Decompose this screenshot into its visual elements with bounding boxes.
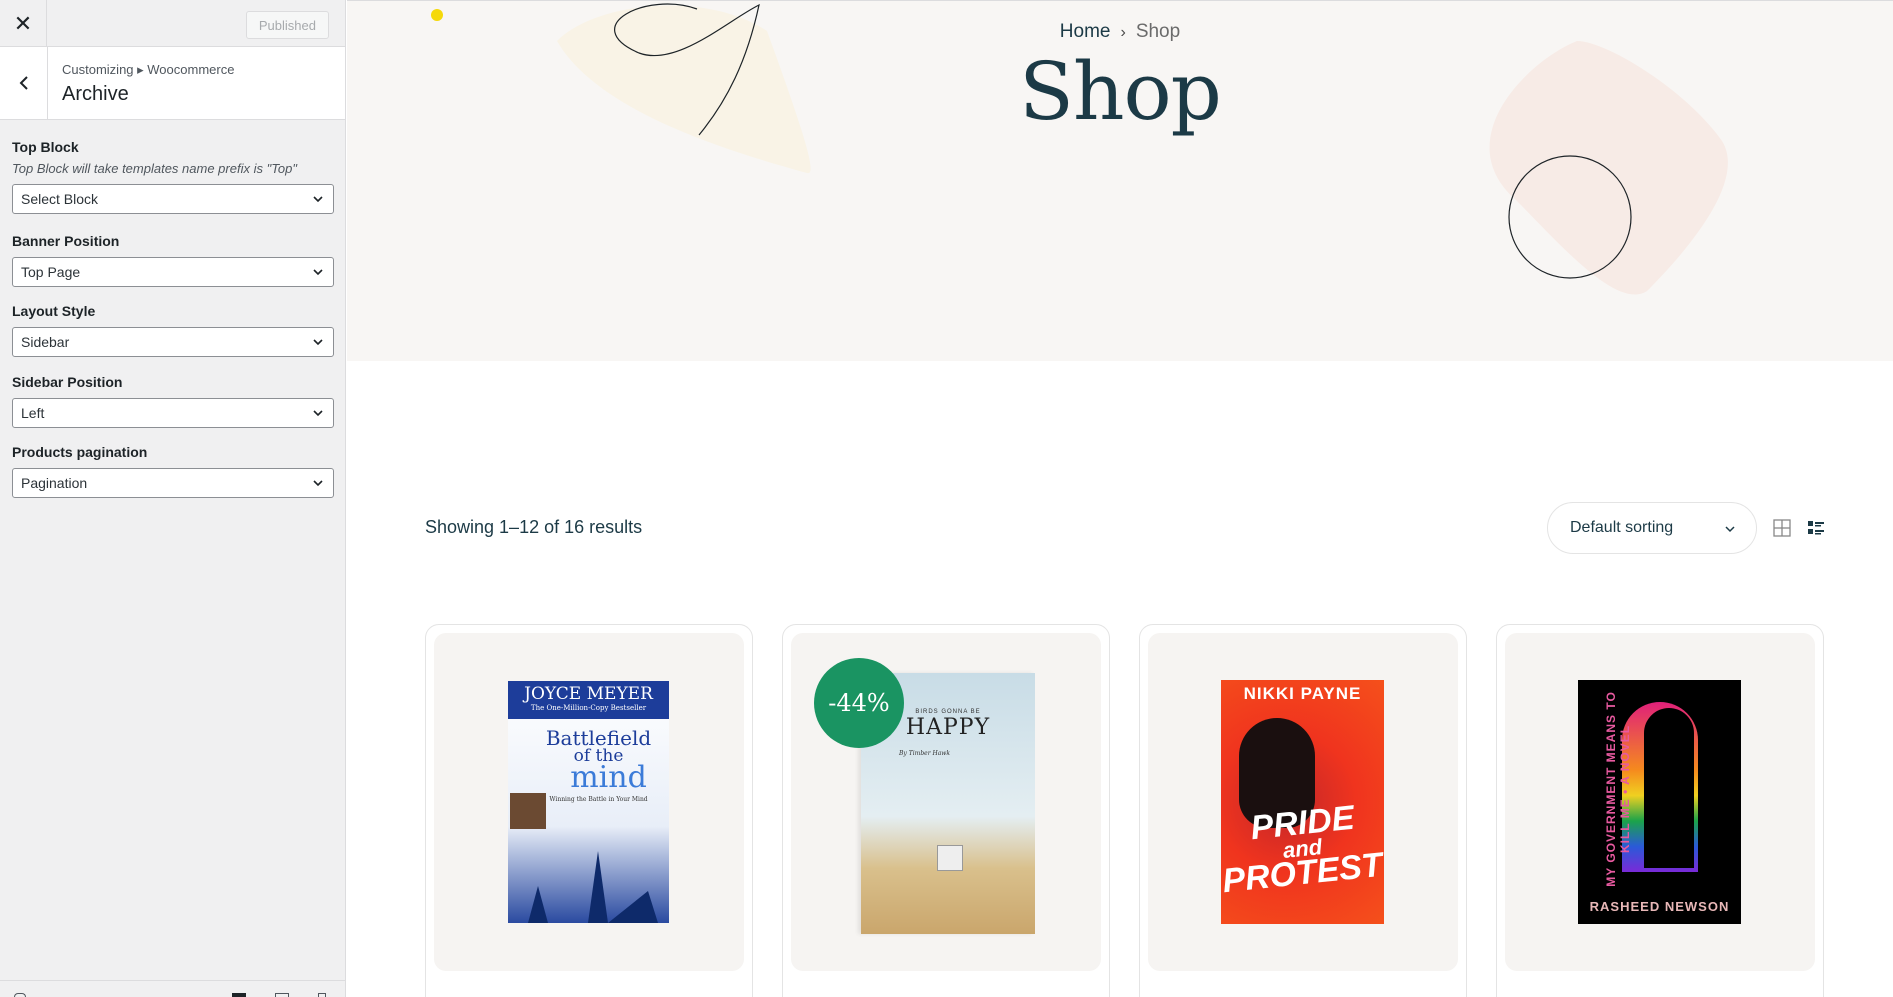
customizer-sidebar: ✕ Published Customizing ▸ Woocommerce Ar… bbox=[0, 0, 346, 997]
back-button[interactable] bbox=[0, 47, 48, 119]
control-label: Banner Position bbox=[12, 233, 120, 249]
chess-pieces-image bbox=[528, 851, 658, 923]
breadcrumb-home-link[interactable]: Home bbox=[1060, 21, 1111, 42]
control-label: Top Block bbox=[12, 139, 79, 155]
page-title: Shop bbox=[1019, 45, 1222, 138]
control-banner-position: Banner Position Top Page bbox=[12, 233, 334, 287]
desktop-preview-icon[interactable] bbox=[232, 993, 246, 997]
cover-tagline: Winning the Battle in Your Mind bbox=[549, 795, 648, 803]
product-card[interactable]: -44% BIRDS GONNA BE HAPPY By Timber Hawk bbox=[782, 624, 1110, 997]
chevron-down-icon bbox=[1725, 526, 1735, 533]
sorting-select[interactable]: Default sorting bbox=[1547, 502, 1757, 554]
cover-title: MY GOVERNMENT MEANS TO KILL ME • A NOVEL bbox=[1604, 691, 1632, 887]
select-value: Select Block bbox=[21, 191, 99, 207]
layout-style-select[interactable]: Sidebar bbox=[12, 327, 334, 357]
cover-title: mind bbox=[570, 760, 647, 796]
product-image[interactable]: MY GOVERNMENT MEANS TO KILL ME • A NOVEL… bbox=[1505, 633, 1815, 971]
chevron-down-icon bbox=[313, 339, 323, 346]
chevron-down-icon bbox=[313, 410, 323, 417]
results-count: Showing 1–12 of 16 results bbox=[425, 517, 643, 537]
select-value: Left bbox=[21, 405, 45, 421]
book-cover: MY GOVERNMENT MEANS TO KILL ME • A NOVEL… bbox=[1578, 680, 1741, 924]
site-preview: Home › Shop Shop Showing 1–12 of 16 result… bbox=[347, 0, 1893, 997]
chevron-down-icon bbox=[313, 269, 323, 276]
cover-author: By Timber Hawk bbox=[899, 750, 951, 757]
control-label: Products pagination bbox=[12, 444, 148, 460]
cover-author: NIKKI PAYNE bbox=[1243, 684, 1362, 703]
products-pagination-select[interactable]: Pagination bbox=[12, 468, 334, 498]
chevron-down-icon bbox=[313, 196, 323, 203]
section-title: Archive bbox=[62, 83, 129, 105]
customizer-header: ✕ Published bbox=[0, 0, 345, 47]
customizer-footer bbox=[0, 980, 345, 997]
breadcrumb-current: Shop bbox=[1135, 21, 1181, 42]
control-label: Layout Style bbox=[12, 303, 96, 319]
sorting-value: Default sorting bbox=[1570, 519, 1674, 536]
cover-subtitle: The One-Million-Copy Bestseller bbox=[530, 704, 647, 712]
select-value: Sidebar bbox=[21, 334, 70, 350]
chevron-left-icon bbox=[19, 76, 28, 90]
select-value: Top Page bbox=[21, 264, 81, 280]
customizer-breadcrumb: Customizing ▸ Woocommerce bbox=[62, 62, 235, 77]
control-description: Top Block will take templates name prefi… bbox=[12, 161, 298, 176]
cover-author: JOYCE MEYER bbox=[524, 684, 653, 704]
product-image[interactable]: JOYCE MEYER The One-Million-Copy Bestsel… bbox=[434, 633, 744, 971]
product-card[interactable]: MY GOVERNMENT MEANS TO KILL ME • A NOVEL… bbox=[1496, 624, 1824, 997]
tablet-preview-icon[interactable] bbox=[275, 993, 289, 997]
mobile-preview-icon[interactable] bbox=[318, 993, 326, 997]
top-block-select[interactable]: Select Block bbox=[12, 184, 334, 214]
published-button[interactable]: Published bbox=[245, 11, 329, 39]
author-photo bbox=[510, 793, 546, 829]
control-products-pagination: Products pagination Pagination bbox=[12, 444, 334, 498]
breadcrumb-separator: › bbox=[1120, 24, 1126, 41]
breadcrumb: Home › Shop bbox=[347, 21, 1893, 43]
cover-author: RASHEED NEWSON bbox=[1589, 899, 1730, 914]
chevron-down-icon bbox=[313, 480, 323, 487]
list-view-icon[interactable] bbox=[1807, 519, 1825, 537]
control-label: Sidebar Position bbox=[12, 374, 123, 390]
face-silhouette bbox=[1644, 708, 1694, 868]
close-icon: ✕ bbox=[13, 10, 33, 36]
select-value: Pagination bbox=[21, 475, 88, 491]
control-top-block: Top Block Top Block will take templates … bbox=[12, 139, 334, 214]
control-sidebar-position: Sidebar Position Left bbox=[12, 374, 334, 428]
section-title-bar: Customizing ▸ Woocommerce Archive bbox=[0, 47, 345, 120]
product-card[interactable]: NIKKI PAYNE PRIDE and PROTEST bbox=[1139, 624, 1467, 997]
product-image[interactable]: NIKKI PAYNE PRIDE and PROTEST bbox=[1148, 633, 1458, 971]
book-cover: NIKKI PAYNE PRIDE and PROTEST bbox=[1221, 680, 1384, 924]
product-card[interactable]: JOYCE MEYER The One-Million-Copy Bestsel… bbox=[425, 624, 753, 997]
sidebar-position-select[interactable]: Left bbox=[12, 398, 334, 428]
close-button[interactable]: ✕ bbox=[0, 0, 47, 47]
page-banner: Home › Shop Shop bbox=[347, 1, 1893, 361]
house-image bbox=[937, 845, 963, 871]
sale-badge: -44% bbox=[814, 658, 904, 748]
control-layout-style: Layout Style Sidebar bbox=[12, 303, 334, 357]
product-image[interactable]: -44% BIRDS GONNA BE HAPPY By Timber Hawk bbox=[791, 633, 1101, 971]
book-cover: JOYCE MEYER The One-Million-Copy Bestsel… bbox=[508, 681, 669, 923]
grid-view-icon[interactable] bbox=[1773, 519, 1791, 537]
banner-position-select[interactable]: Top Page bbox=[12, 257, 334, 287]
hide-controls-icon[interactable] bbox=[14, 993, 26, 997]
